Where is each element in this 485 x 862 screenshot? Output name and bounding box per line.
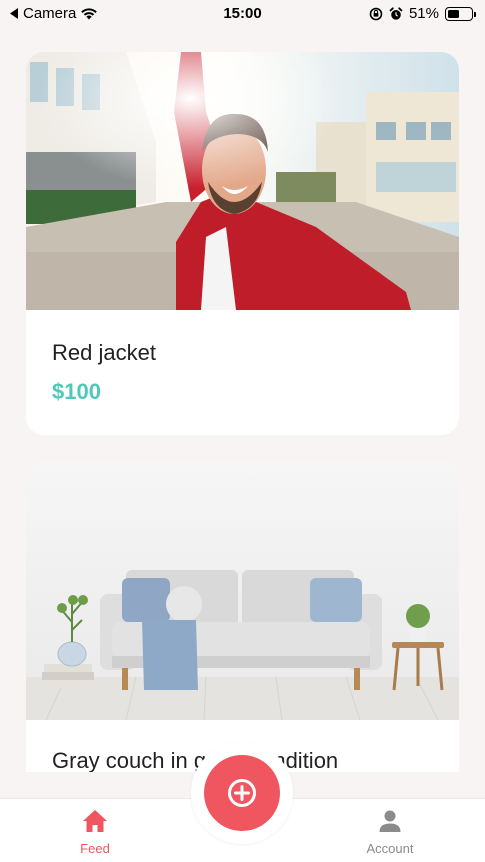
tab-account[interactable]: Account [330,809,450,856]
tab-account-label: Account [366,841,414,856]
home-icon [83,810,107,832]
listing-title: Red jacket [52,340,156,365]
listing-title: Gray couch in great condition [52,748,339,772]
tab-feed-label: Feed [80,841,110,856]
add-listing-button[interactable] [204,755,280,831]
feed-list[interactable]: Red jacket $100 Gray couch in great cond… [0,0,485,772]
plus-icon [228,779,256,807]
tab-feed[interactable]: Feed [35,809,155,856]
user-icon [379,810,401,832]
listing-card[interactable]: Red jacket $100 [26,52,459,435]
listing-image [26,462,459,720]
listing-card[interactable]: Gray couch in great condition [26,462,459,772]
listing-price: $100 [52,379,101,404]
listing-image [26,52,459,310]
